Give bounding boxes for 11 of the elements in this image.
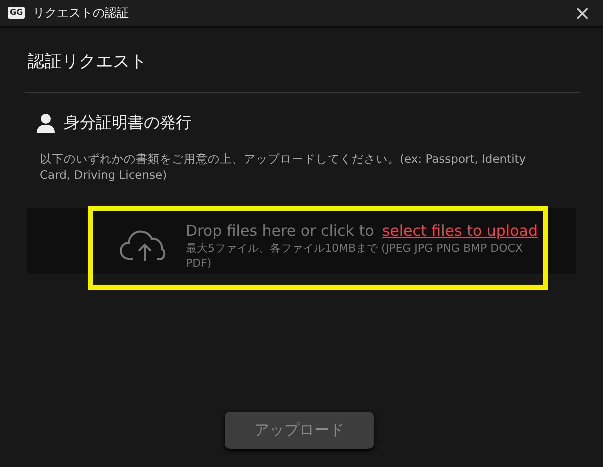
drop-zone[interactable]: Drop files here or click to select files to upload 最大5ファイル、各ファイル10MBまで (JPEG JPG PNG BMP DOCX PDF) — [27, 208, 576, 274]
section-title: 身分証明書の発行 — [64, 112, 192, 134]
app-logo: GG — [8, 7, 26, 19]
dialog-heading: 認証リクエスト — [28, 51, 148, 74]
person-icon — [36, 112, 56, 132]
drop-prompt: Drop files here or click to — [186, 220, 374, 242]
select-files-link[interactable]: select files to upload — [382, 220, 538, 242]
close-button[interactable]: × — [570, 3, 595, 23]
description-text: 以下のいずれかの書類をご用意の上、アップロードしてください。(ex: Passport, Identity Card, Driving License) — [40, 150, 528, 184]
window-title: リクエストの認証 — [33, 5, 130, 22]
file-limits-text: 最大5ファイル、各ファイル10MBまで (JPEG JPG PNG BMP DOCX PDF) — [186, 242, 524, 271]
